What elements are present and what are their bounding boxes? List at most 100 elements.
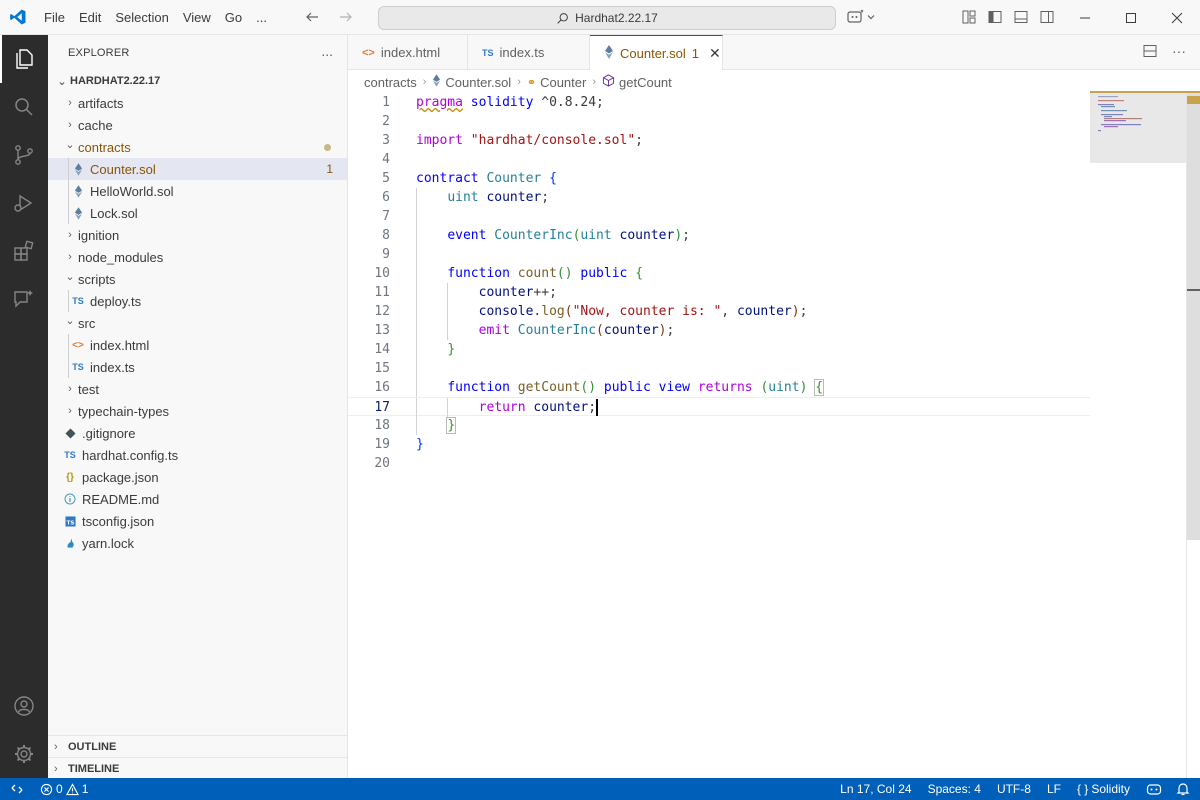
accounts-icon[interactable] (0, 682, 48, 730)
extensions-icon[interactable] (0, 227, 48, 275)
maximize-icon[interactable] (1108, 0, 1154, 35)
more-actions-icon[interactable]: ··· (1172, 43, 1186, 62)
problems-indicator[interactable]: 0 1 (34, 778, 94, 800)
title-bar: File Edit Selection View Go ... Hardhat2… (0, 0, 1200, 35)
close-tab-icon[interactable]: ✕ (709, 45, 721, 62)
minimize-icon[interactable] (1062, 0, 1108, 35)
tree-item[interactable]: › artifacts (48, 92, 347, 114)
tab-index-ts[interactable]: TS index.ts (468, 35, 590, 70)
breadcrumb-contract[interactable]: Counter (540, 75, 586, 90)
split-editor-icon[interactable] (1142, 43, 1158, 62)
tree-item[interactable]: › typechain-types (48, 400, 347, 422)
chat-icon[interactable] (0, 275, 48, 323)
eol-setting[interactable]: LF (1039, 778, 1069, 800)
explorer-more-actions-button[interactable]: ... (321, 43, 333, 59)
tree-item[interactable]: HelloWorld.sol (48, 180, 347, 202)
tree-item[interactable]: README.md (48, 488, 347, 510)
tree-item[interactable]: TS tsconfig.json (48, 510, 347, 532)
source-control-icon[interactable] (0, 131, 48, 179)
tab-counter-sol[interactable]: Counter.sol 1 ✕ (590, 35, 723, 70)
close-window-icon[interactable] (1154, 0, 1200, 35)
tree-item[interactable]: TS deploy.ts (48, 290, 347, 312)
warning-count: 1 (81, 782, 89, 796)
indent-guide (68, 290, 69, 312)
chevron-right-icon: › (68, 383, 72, 395)
explorer-icon[interactable] (0, 35, 48, 83)
tree-item[interactable]: <> index.html (48, 334, 347, 356)
search-icon[interactable] (0, 83, 48, 131)
tree-item-label: README.md (82, 491, 160, 507)
tree-item-label: Lock.sol (90, 205, 138, 221)
tree-item[interactable]: ⌄ scripts (48, 268, 347, 290)
code-line-17: 17 return counter; (348, 397, 1090, 417)
tree-root-folder[interactable]: ⌄ HARDHAT2.22.17 (48, 70, 347, 92)
menu-more-button[interactable]: ... (249, 0, 274, 35)
indentation-setting[interactable]: Spaces: 4 (920, 778, 989, 800)
indent-guide (68, 158, 69, 180)
status-bar: 0 1 Ln 17, Col 24 Spaces: 4 UTF-8 LF { }… (0, 778, 1200, 800)
tree-item[interactable]: › ignition (48, 224, 347, 246)
code-line-11: 11 counter++; (374, 283, 557, 302)
minimap[interactable] (1090, 91, 1200, 163)
code-line-14: 14 } (374, 340, 456, 359)
tree-item[interactable]: {} package.json (48, 466, 347, 488)
toggle-primary-sidebar-icon[interactable] (984, 6, 1006, 28)
copilot-icon (847, 9, 864, 23)
tree-item-label: .gitignore (82, 425, 136, 441)
tab-problem-badge: 1 (691, 45, 699, 61)
tree-item[interactable]: yarn.lock (48, 532, 347, 554)
tree-item[interactable]: ⌄ src (48, 312, 347, 334)
code-editor[interactable]: 1 pragma solidity ^0.8.24; 2 3 import "har… (348, 93, 1090, 778)
run-and-debug-icon[interactable] (0, 179, 48, 227)
menu-file[interactable]: File (37, 0, 72, 35)
breadcrumb-folder[interactable]: contracts (364, 75, 417, 90)
tree-item[interactable]: TS index.ts (48, 356, 347, 378)
language-label: Solidity (1091, 782, 1130, 796)
tree-item[interactable]: › cache (48, 114, 347, 136)
settings-gear-icon[interactable] (0, 730, 48, 778)
timeline-section[interactable]: › TIMELINE (48, 757, 347, 779)
menu-selection[interactable]: Selection (108, 0, 175, 35)
scrollbar-thumb[interactable] (1187, 93, 1200, 540)
chevron-down-icon: ⌄ (65, 314, 75, 327)
chevron-right-icon: › (68, 97, 72, 109)
breadcrumb-function[interactable]: getCount (619, 75, 672, 90)
language-mode[interactable]: { } Solidity (1069, 778, 1138, 800)
tree-item[interactable]: Lock.sol (48, 202, 347, 224)
toggle-secondary-sidebar-icon[interactable] (1036, 6, 1058, 28)
remote-indicator-icon[interactable] (0, 778, 34, 800)
customize-layout-icon[interactable] (958, 6, 980, 28)
function-symbol-icon (602, 74, 615, 90)
tree-item[interactable]: › test (48, 378, 347, 400)
encoding-setting[interactable]: UTF-8 (989, 778, 1039, 800)
tree-item-label: deploy.ts (90, 293, 142, 309)
menu-view[interactable]: View (176, 0, 218, 35)
copilot-chat-button[interactable] (846, 8, 876, 26)
indent-guide (68, 180, 69, 202)
html-file-icon: <> (72, 339, 84, 351)
info-file-icon (62, 493, 78, 505)
notifications-bell-icon[interactable] (1170, 778, 1200, 800)
tree-item-label: contracts (78, 139, 131, 155)
tree-item[interactable]: TS hardhat.config.ts (48, 444, 347, 466)
breadcrumb-file[interactable]: Counter.sol (445, 75, 511, 90)
command-center-search[interactable]: Hardhat2.22.17 (378, 6, 836, 30)
solidity-file-icon (432, 74, 441, 90)
toggle-panel-icon[interactable] (1010, 6, 1032, 28)
menu-go[interactable]: Go (218, 0, 249, 35)
menu-edit[interactable]: Edit (72, 0, 108, 35)
forward-arrow-icon[interactable] (334, 5, 358, 29)
code-line-20: 20 (374, 456, 390, 471)
copilot-status-icon[interactable] (1138, 778, 1170, 800)
tab-index-html[interactable]: <> index.html (348, 35, 468, 70)
tree-item[interactable]: .gitignore (48, 422, 347, 444)
outline-section[interactable]: › OUTLINE (48, 735, 347, 757)
chevron-down-icon: ⌄ (65, 138, 75, 151)
cursor-position[interactable]: Ln 17, Col 24 (832, 778, 919, 800)
tree-item[interactable]: ⌄ contracts (48, 136, 347, 158)
tree-item[interactable]: › node_modules (48, 246, 347, 268)
tree-item[interactable]: Counter.sol 1 (48, 158, 347, 180)
editor-scrollbar[interactable] (1186, 93, 1200, 778)
back-arrow-icon[interactable] (300, 5, 324, 29)
chevron-right-icon: › (68, 251, 72, 263)
